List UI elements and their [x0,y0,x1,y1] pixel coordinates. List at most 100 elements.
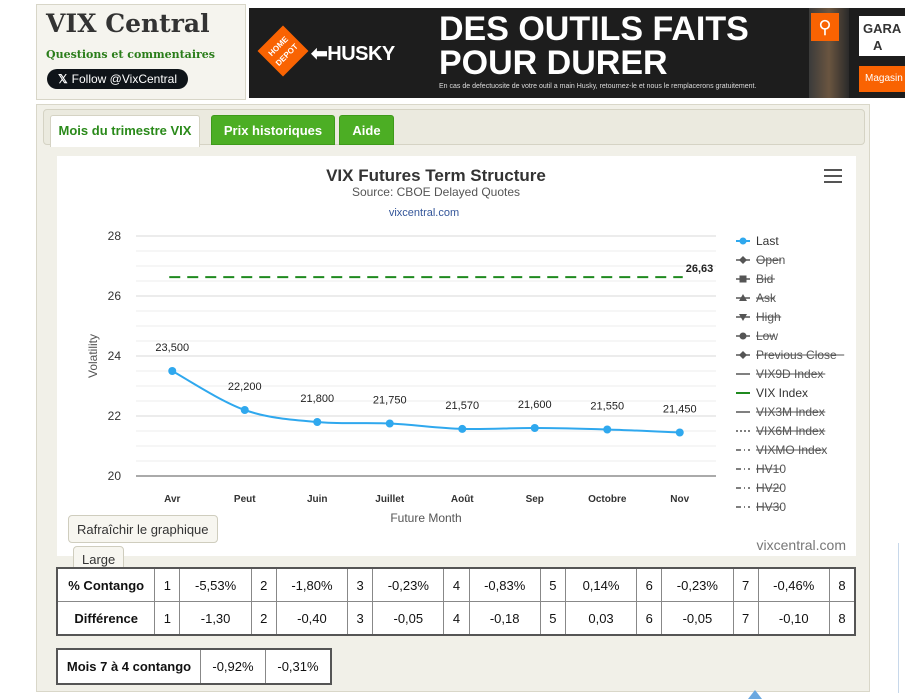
cursor-arrow-icon [748,690,762,699]
table-row: % Contango 1 -5,53% 2 -1,80% 3 -0,23% 4 -0,83% 5 0… [56,567,856,602]
value-cell: -1,30 [179,601,252,636]
x-tick-label: Avr [164,494,180,505]
legend-marker [739,332,747,340]
month-number-cell: 5 [539,601,566,636]
legend-item[interactable]: Last [756,234,779,248]
y-tick-label: 22 [108,409,122,423]
data-label: 21,800 [300,393,334,405]
x-tick-label: Août [451,494,474,505]
follow-button[interactable]: 𝕏 Follow @VixCentral [47,69,188,89]
ad-side-text-1: GARA [863,21,902,36]
husky-logo: ⬅HUSKY [311,43,395,65]
data-label: 21,600 [518,399,552,411]
data-label: 22,200 [228,381,262,393]
x-tick-label: Nov [670,494,689,505]
chart-title: VIX Futures Term Structure [326,166,546,185]
month-7-to-4-table: Mois 7 à 4 contango -0,92% -0,31% [56,648,332,685]
row-header: % Contango [56,567,156,602]
value-cell: -0,83% [468,567,541,602]
contango-table: % Contango 1 -5,53% 2 -1,80% 3 -0,23% 4 -0,83% 5 0… [56,567,856,636]
month-7-to-4-value: -0,31% [264,648,332,685]
ad-banner[interactable]: HOME DEPOT ⬅HUSKY DES OUTILS FAITS POUR … [249,8,905,98]
x-tick-label: Octobre [588,494,627,505]
month-number-cell: 5 [539,567,566,602]
y-tick-label: 26 [108,289,122,303]
last-series-point [675,428,684,437]
value-cell: -1,80% [275,567,349,602]
chart-canvas: VIX Futures Term StructureSource: CBOE D… [86,166,845,525]
month-number-cell: 8 [828,601,856,636]
month-7-to-4-label: Mois 7 à 4 contango [56,648,201,685]
data-label: 21,750 [373,395,407,407]
month-number-cell: 7 [732,601,759,636]
month-number-cell: 4 [443,567,470,602]
month-7-to-4-value: -0,92% [200,648,266,685]
tab-vix-months[interactable]: Mois du trimestre VIX [50,115,200,147]
month-number-cell: 3 [347,567,374,602]
hamburger-menu-icon[interactable] [824,169,842,183]
side-divider [898,543,899,693]
value-cell: -0,23% [372,567,445,602]
value-cell: -0,10 [757,601,830,636]
month-number-cell: 2 [250,601,277,636]
month-number-cell: 8 [828,567,856,602]
ad-fineprint: En cas de defectuosite de votre outil a … [439,83,757,90]
x-tick-label: Juin [307,494,328,505]
x-axis-label: Future Month [390,511,461,525]
month-number-cell: 3 [347,601,374,636]
chart-subtitle: Source: CBOE Delayed Quotes [352,185,520,199]
y-tick-label: 28 [108,229,122,243]
month-number-cell: 6 [636,601,663,636]
x-tick-label: Peut [234,494,256,505]
data-label: 23,500 [155,342,189,354]
ad-shop-button[interactable]: Magasin [859,66,905,92]
value-cell: 0,14% [564,567,638,602]
legend-marker [739,256,747,264]
refresh-chart-button[interactable]: Rafraîchir le graphique [68,515,218,543]
last-series-point [168,367,177,375]
x-tick-label: Juillet [375,494,405,505]
value-cell: -5,53% [179,567,252,602]
last-series-point [385,419,394,428]
last-series-point [530,424,539,432]
month-number-cell: 1 [154,601,181,636]
feedback-link[interactable]: Questions et commentaires [46,48,215,61]
last-series-point [603,425,612,434]
month-number-cell: 6 [636,567,663,602]
x-logo-icon: 𝕏 [58,72,68,86]
last-series-point [458,424,467,433]
chart-credit[interactable]: vixcentral.com [757,537,846,553]
data-label: 21,450 [663,404,697,416]
legend-marker [739,237,747,245]
month-number-cell: 2 [250,567,277,602]
legend-marker [739,275,747,283]
legend-item[interactable]: VIX Index [756,386,808,400]
location-pin-icon: ⚲ [811,13,839,41]
term-structure-chart: VIX Futures Term Structure Source: CBOE D… [57,156,856,556]
chart-site-label: vixcentral.com [389,207,459,219]
month-number-cell: 1 [154,567,181,602]
y-tick-label: 20 [108,469,122,483]
ad-headline-1: DES OUTILS FAITS [439,10,749,48]
site-header: VIX Central Questions et commentaires 𝕏F… [36,4,246,100]
ad-side-box: GARA A [859,16,905,56]
value-cell: -0,23% [661,567,734,602]
ad-headline-2: POUR DURER [439,44,668,82]
last-series-point [313,418,322,426]
value-cell: 0,03 [564,601,638,636]
x-tick-label: Sep [526,494,544,505]
home-depot-logo: HOME DEPOT [257,25,309,77]
data-label: 21,570 [445,400,479,412]
value-cell: -0,05 [372,601,445,636]
last-series-point [240,406,249,414]
table-row: Différence 1 -1,30 2 -0,40 3 -0,05 4 -0,18 5 0,03 6… [56,601,856,636]
follow-label: Follow @VixCentral [71,72,177,86]
value-cell: -0,46% [757,567,830,602]
tab-help[interactable]: Aide [339,115,394,145]
site-title[interactable]: VIX Central [46,9,210,38]
value-cell: -0,05 [661,601,734,636]
husky-brand-text: HUSKY [327,43,395,65]
value-cell: -0,18 [468,601,541,636]
tab-historical-prices[interactable]: Prix historiques [211,115,335,145]
month-number-cell: 7 [732,567,759,602]
